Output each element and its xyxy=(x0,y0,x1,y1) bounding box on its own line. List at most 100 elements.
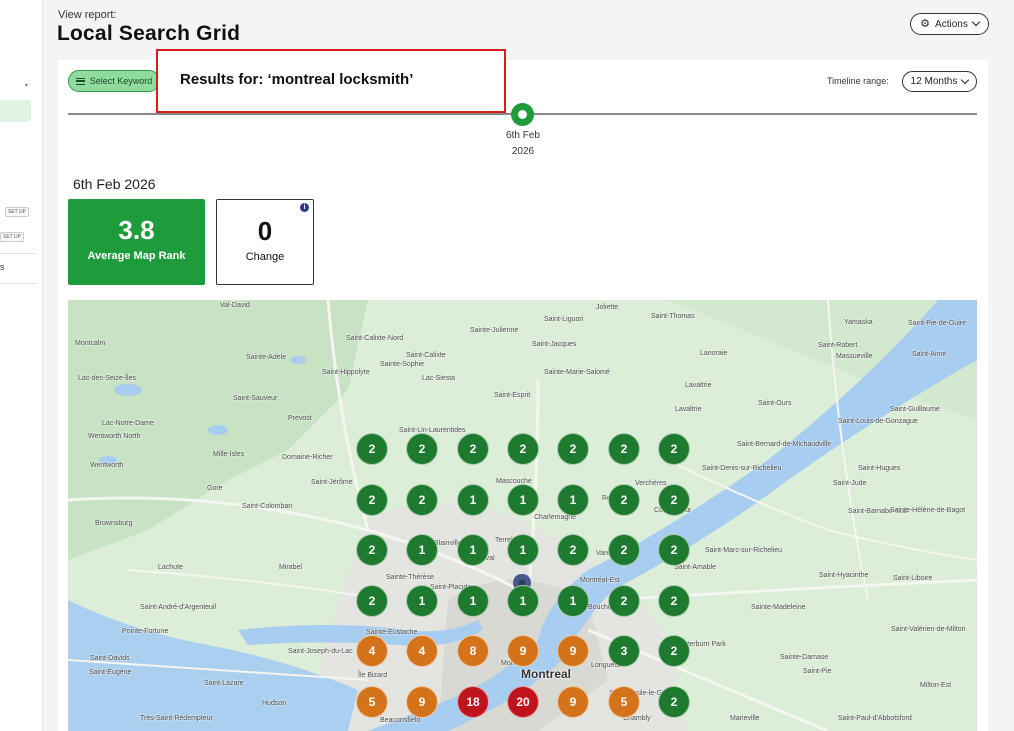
change-label: Change xyxy=(245,251,285,263)
map-place-label: Saint-Pie xyxy=(803,668,832,675)
list-icon xyxy=(75,77,85,85)
rank-grid-pin[interactable]: 2 xyxy=(658,433,690,465)
rank-grid-pin[interactable]: 1 xyxy=(507,585,539,617)
rank-grid-pin[interactable]: 2 xyxy=(557,433,589,465)
map-place-label: Montréal-Est xyxy=(580,577,620,584)
map-place-label: Montcalm xyxy=(75,340,106,347)
map-place-label: Lac-Notre-Dame xyxy=(102,420,154,427)
map-place-label: Saint-Jude xyxy=(833,480,867,487)
setup-badge[interactable]: SET UP xyxy=(0,232,24,242)
rank-grid-pin[interactable]: 9 xyxy=(557,686,589,718)
rank-grid-pin[interactable]: 9 xyxy=(507,635,539,667)
rank-grid-pin[interactable]: 1 xyxy=(557,585,589,617)
map-place-label: Saint-Calixte-Nord xyxy=(346,335,404,342)
rank-grid-pin[interactable]: 1 xyxy=(406,534,438,566)
map-place-label: Wentworth North xyxy=(88,433,141,440)
rank-grid-pin[interactable]: 2 xyxy=(608,484,640,516)
rank-grid-pin[interactable]: 2 xyxy=(557,534,589,566)
map-place-label: Saint-Marc-sur-Richelieu xyxy=(705,547,783,554)
rank-grid-pin[interactable]: 2 xyxy=(356,484,388,516)
rank-grid-pin[interactable]: 2 xyxy=(356,534,388,566)
map-place-label: Saint-Paul-d'Abbotsford xyxy=(838,715,912,722)
rank-grid-pin[interactable]: 2 xyxy=(507,433,539,465)
rank-grid-pin[interactable]: 1 xyxy=(457,585,489,617)
rank-grid-pin[interactable]: 1 xyxy=(457,484,489,516)
map-place-label: Saint-Ours xyxy=(758,400,792,407)
rank-grid-pin[interactable]: 4 xyxy=(356,635,388,667)
rank-grid-pin[interactable]: 8 xyxy=(457,635,489,667)
rank-grid-pin[interactable]: 3 xyxy=(608,635,640,667)
actions-label: Actions xyxy=(935,18,968,30)
map-place-label: Lac-des-Seize-Îles xyxy=(78,375,136,382)
rank-grid-pin[interactable]: 18 xyxy=(457,686,489,718)
sidebar-arrow-icon[interactable]: ▾ xyxy=(25,82,28,89)
left-sidebar: ▾ SET UP SET UP s xyxy=(0,0,43,731)
map-place-label: Pointe-Fortune xyxy=(122,628,169,635)
rank-grid-pin[interactable]: 2 xyxy=(608,585,640,617)
rank-grid-pin[interactable]: 2 xyxy=(658,534,690,566)
timeline-point[interactable] xyxy=(511,103,534,126)
rank-grid-pin[interactable]: 9 xyxy=(406,686,438,718)
map-place-label: Lanoraie xyxy=(700,350,728,357)
breadcrumb: View report: xyxy=(58,9,117,21)
map-place-label: Sainte-Marie-Salomé xyxy=(544,369,610,376)
rank-grid-pin[interactable]: 1 xyxy=(406,585,438,617)
map-place-label: Lavaltrie xyxy=(675,406,702,413)
timeline-point-date: 6th Feb 2026 xyxy=(493,128,553,160)
map-place-label: Prevost xyxy=(288,415,312,422)
rank-grid-pin[interactable]: 2 xyxy=(658,585,690,617)
rank-grid-pin[interactable]: 5 xyxy=(356,686,388,718)
setup-badge[interactable]: SET UP xyxy=(5,207,29,217)
map-place-label: Saint-Lin-Laurentides xyxy=(399,427,466,434)
rank-grid-pin[interactable]: 20 xyxy=(507,686,539,718)
rank-grid-pin[interactable]: 2 xyxy=(658,686,690,718)
sidebar-active-item[interactable] xyxy=(0,100,31,122)
change-value: 0 xyxy=(257,216,273,246)
timeline-range-label: Timeline range: xyxy=(827,76,889,86)
rank-grid-pin[interactable]: 1 xyxy=(557,484,589,516)
rank-grid-pin[interactable]: 2 xyxy=(608,433,640,465)
actions-button[interactable]: ⚙ Actions xyxy=(910,13,989,35)
map-place-label: Saint-Aimé xyxy=(912,351,947,358)
map-place-label: Lac-Siesta xyxy=(422,375,456,382)
map-place-label: Yamaska xyxy=(844,319,873,326)
average-rank-label: Average Map Rank xyxy=(87,250,186,262)
map-place-label: Saint-Louis-de-Gonzague xyxy=(838,418,918,425)
map-place-label: Saint-Sauveur xyxy=(233,395,278,402)
rank-grid-pin[interactable]: 4 xyxy=(406,635,438,667)
map-place-label: Beaconsfield xyxy=(380,717,421,724)
map-place-label: Val-David xyxy=(220,302,250,309)
average-rank-value: 3.8 xyxy=(118,215,155,245)
map-place-label: Verchères xyxy=(635,480,667,487)
map-place-label: Milton-Est xyxy=(920,682,952,689)
page: ▾ SET UP SET UP s View report: Local Sea… xyxy=(0,0,1014,731)
rank-grid-pin[interactable]: 2 xyxy=(457,433,489,465)
gear-icon: ⚙ xyxy=(920,17,931,30)
map-place-label: Sainte-Adèle xyxy=(246,354,287,361)
map-place-label: Saint-Denis-sur-Richelieu xyxy=(702,465,782,472)
map-place-label: Île Bizard xyxy=(358,672,388,679)
map-place-label: Sainte-Hélène-de-Bagot xyxy=(890,507,966,514)
sidebar-item-label[interactable]: s xyxy=(0,262,5,272)
rank-grid-pin[interactable]: 2 xyxy=(658,635,690,667)
rank-grid-pin[interactable]: 2 xyxy=(406,433,438,465)
rank-grid-pin[interactable]: 1 xyxy=(457,534,489,566)
info-icon[interactable]: i xyxy=(300,203,309,212)
timeline-range-select[interactable]: 12 Months xyxy=(902,71,977,92)
rank-grid-pin[interactable]: 2 xyxy=(356,433,388,465)
rank-grid-pin[interactable]: 2 xyxy=(608,534,640,566)
map-place-label: Saint-Davids xyxy=(90,655,130,662)
map-place-label: Saint-Calixte xyxy=(406,352,446,359)
rank-grid-pin[interactable]: 2 xyxy=(406,484,438,516)
rank-grid-pin[interactable]: 9 xyxy=(557,635,589,667)
sidebar-divider xyxy=(0,253,36,254)
map-place-label: Lachute xyxy=(158,564,183,571)
rank-grid-pin[interactable]: 5 xyxy=(608,686,640,718)
rank-grid-pin[interactable]: 2 xyxy=(356,585,388,617)
select-keyword-button[interactable]: Select Keyword xyxy=(68,70,160,92)
rank-grid-pin[interactable]: 1 xyxy=(507,534,539,566)
rank-grid-pin[interactable]: 1 xyxy=(507,484,539,516)
rank-grid-pin[interactable]: 2 xyxy=(658,484,690,516)
map-place-label: Saint-Hippolyte xyxy=(322,369,370,376)
map-place-label: Saint-Liboire xyxy=(893,575,933,582)
